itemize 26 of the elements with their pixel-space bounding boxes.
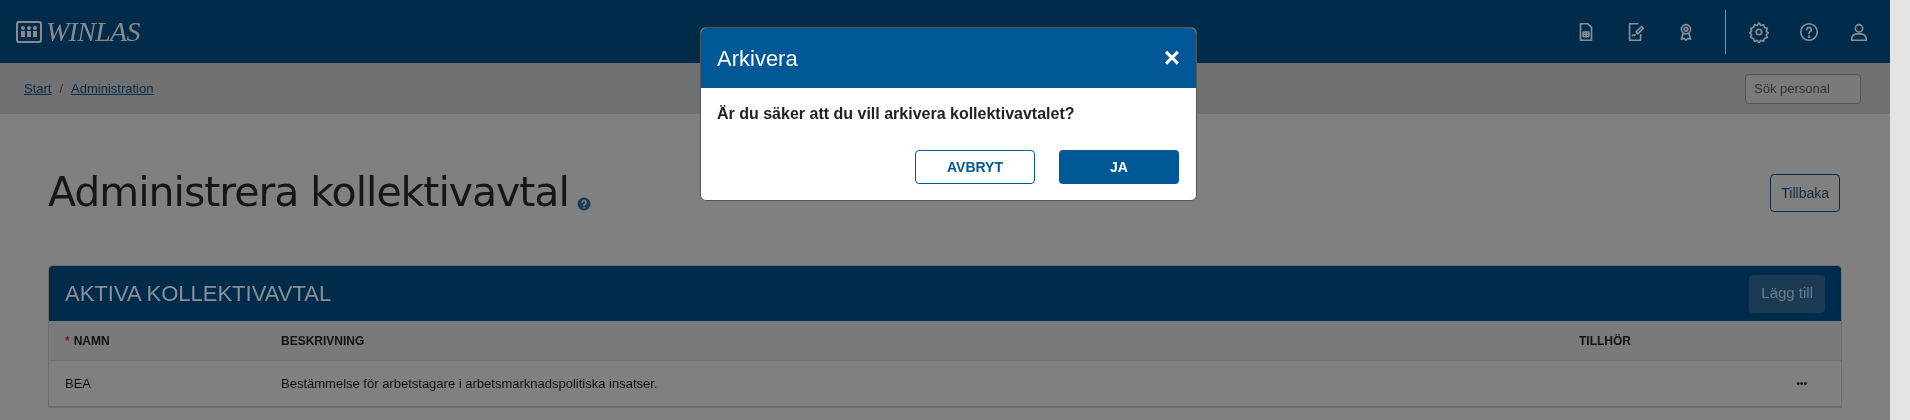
table-cell-text: BEA bbox=[64, 374, 92, 393]
back-button[interactable]: Tillbaka bbox=[1770, 174, 1840, 212]
card-title: AKTIVA KOLLEKTIVAVTAL bbox=[65, 280, 332, 308]
cancel-button[interactable]: AVBRYT bbox=[915, 150, 1035, 184]
required-mark: * bbox=[65, 332, 70, 350]
add-button[interactable]: Lägg till bbox=[1749, 274, 1825, 313]
row-menu-button[interactable]: ••• bbox=[1796, 375, 1807, 392]
app-logo: WINLAS bbox=[46, 14, 140, 49]
breadcrumb-link[interactable]: Administration bbox=[71, 78, 154, 99]
settings-icon[interactable] bbox=[1748, 20, 1770, 43]
column-header: TILLHÖR bbox=[1579, 332, 1632, 350]
breadcrumb-separator: / bbox=[59, 79, 64, 98]
table-cell-text: Bestämmelse för arbetstagare i arbetsmarknadspolitiska insatser. bbox=[280, 374, 658, 393]
logo-icon bbox=[16, 18, 42, 45]
search-field[interactable]: Sök personal bbox=[1745, 73, 1861, 104]
help-icon[interactable] bbox=[1798, 20, 1820, 43]
dialog-title: Arkivera bbox=[717, 44, 798, 73]
help-icon[interactable] bbox=[576, 197, 591, 211]
page-title: Administrera kollektivavtal bbox=[48, 172, 569, 213]
column-header: BESKRIVNING bbox=[280, 332, 366, 350]
confirm-button[interactable]: JA bbox=[1059, 150, 1179, 184]
breadcrumb-link[interactable]: Start bbox=[24, 78, 52, 99]
close-button[interactable]: × bbox=[1163, 44, 1180, 72]
dialog-message: Är du säker att du vill arkivera kollektivavtalet? bbox=[717, 104, 1076, 124]
column-header: * NAMN bbox=[64, 331, 111, 350]
scrollbar[interactable] bbox=[1890, 0, 1910, 420]
